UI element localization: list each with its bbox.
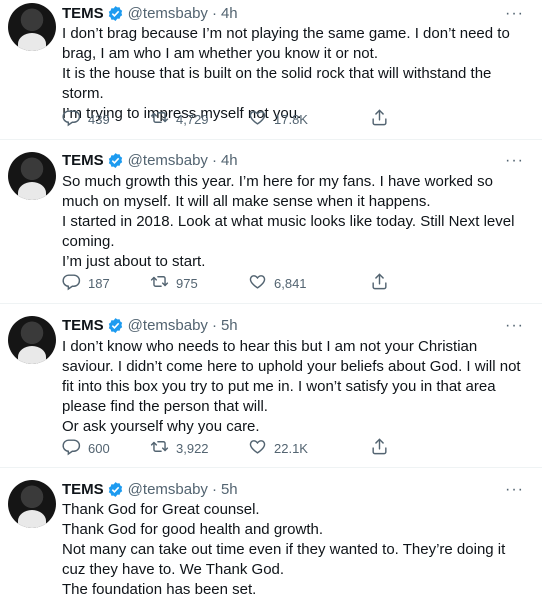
display-name[interactable]: TEMS xyxy=(62,5,104,22)
verified-badge-icon xyxy=(107,5,124,22)
retweet-count: 3,922 xyxy=(176,440,209,456)
timestamp[interactable]: 4h xyxy=(221,152,238,169)
reply-icon xyxy=(62,437,81,459)
timestamp[interactable]: 5h xyxy=(221,317,238,334)
tweet[interactable]: TEMS @temsbaby · 5h ··· Thank God for Gr… xyxy=(0,468,542,600)
share-button[interactable] xyxy=(370,437,389,459)
like-count: 22.1K xyxy=(274,440,308,456)
reply-button[interactable]: 439 xyxy=(62,108,110,130)
like-icon xyxy=(248,437,267,459)
tweet-actions: 187 975 6,841 xyxy=(62,272,462,294)
like-count: 17.8K xyxy=(274,111,308,127)
timestamp[interactable]: 5h xyxy=(221,481,238,498)
retweet-count: 4,729 xyxy=(176,111,209,127)
verified-badge-icon xyxy=(107,317,124,334)
like-count: 6,841 xyxy=(274,275,307,291)
tweet-feed: TEMS @temsbaby · 4h ··· I don’t brag bec… xyxy=(0,0,542,600)
like-icon xyxy=(248,108,267,130)
tweet-line: Thank God for good health and growth. xyxy=(62,521,324,538)
like-button[interactable]: 6,841 xyxy=(248,272,307,294)
handle[interactable]: @temsbaby xyxy=(128,481,208,498)
reply-count: 439 xyxy=(88,111,110,127)
retweet-button[interactable]: 3,922 xyxy=(150,437,209,459)
retweet-icon xyxy=(150,437,169,459)
share-button[interactable] xyxy=(370,108,389,130)
tweet-header: TEMS @temsbaby · 4h xyxy=(62,150,238,170)
avatar[interactable] xyxy=(8,3,56,51)
tweet-line: I’m just about to start. xyxy=(62,253,206,270)
tweet-line: It is the house that is built on the sol… xyxy=(62,65,492,102)
reply-count: 187 xyxy=(88,275,110,291)
more-options-icon[interactable]: ··· xyxy=(505,482,524,498)
handle[interactable]: @temsbaby xyxy=(128,5,208,22)
retweet-count: 975 xyxy=(176,275,198,291)
display-name[interactable]: TEMS xyxy=(62,481,104,498)
share-icon xyxy=(370,108,389,130)
retweet-button[interactable]: 975 xyxy=(150,272,198,294)
more-options-icon[interactable]: ··· xyxy=(505,6,524,22)
tweet-header: TEMS @temsbaby · 4h xyxy=(62,3,238,23)
tweet-line: Not many can take out time even if they … xyxy=(62,541,506,578)
separator-dot: · xyxy=(211,4,217,22)
more-options-icon[interactable]: ··· xyxy=(505,153,524,169)
like-button[interactable]: 22.1K xyxy=(248,437,308,459)
avatar[interactable] xyxy=(8,152,56,200)
reply-icon xyxy=(62,272,81,294)
avatar[interactable] xyxy=(8,316,56,364)
share-icon xyxy=(370,437,389,459)
tweet-line: Or ask yourself why you care. xyxy=(62,418,260,435)
tweet-line: I don’t brag because I’m not playing the… xyxy=(62,25,510,62)
reply-count: 600 xyxy=(88,440,110,456)
tweet[interactable]: TEMS @temsbaby · 4h ··· So much growth t… xyxy=(0,140,542,304)
reply-icon xyxy=(62,108,81,130)
display-name[interactable]: TEMS xyxy=(62,152,104,169)
tweet-text: So much growth this year. I’m here for m… xyxy=(62,172,528,272)
tweet-line: So much growth this year. I’m here for m… xyxy=(62,173,494,210)
retweet-button[interactable]: 4,729 xyxy=(150,108,209,130)
tweet-header: TEMS @temsbaby · 5h xyxy=(62,315,238,335)
handle[interactable]: @temsbaby xyxy=(128,152,208,169)
tweet-actions: 439 4,729 17.8K xyxy=(62,108,462,130)
display-name[interactable]: TEMS xyxy=(62,317,104,334)
reply-button[interactable]: 187 xyxy=(62,272,110,294)
verified-badge-icon xyxy=(107,481,124,498)
tweet-line: The foundation has been set. xyxy=(62,581,257,598)
separator-dot: · xyxy=(211,480,217,498)
tweet-line: I don’t know who needs to hear this but … xyxy=(62,338,521,415)
share-icon xyxy=(370,272,389,294)
more-options-icon[interactable]: ··· xyxy=(505,318,524,334)
like-icon xyxy=(248,272,267,294)
reply-button[interactable]: 600 xyxy=(62,437,110,459)
like-button[interactable]: 17.8K xyxy=(248,108,308,130)
share-button[interactable] xyxy=(370,272,389,294)
timestamp[interactable]: 4h xyxy=(221,5,238,22)
separator-dot: · xyxy=(211,316,217,334)
tweet-header: TEMS @temsbaby · 5h xyxy=(62,479,238,499)
tweet-actions: 600 3,922 22.1K xyxy=(62,437,462,459)
tweet[interactable]: TEMS @temsbaby · 5h ··· I don’t know who… xyxy=(0,304,542,468)
tweet[interactable]: TEMS @temsbaby · 4h ··· I don’t brag bec… xyxy=(0,0,542,140)
avatar[interactable] xyxy=(8,480,56,528)
handle[interactable]: @temsbaby xyxy=(128,317,208,334)
verified-badge-icon xyxy=(107,152,124,169)
tweet-text: I don’t know who needs to hear this but … xyxy=(62,337,528,437)
separator-dot: · xyxy=(211,151,217,169)
tweet-line: I started in 2018. Look at what music lo… xyxy=(62,213,515,250)
retweet-icon xyxy=(150,108,169,130)
tweet-line: Thank God for Great counsel. xyxy=(62,501,260,518)
retweet-icon xyxy=(150,272,169,294)
tweet-text: Thank God for Great counsel. Thank God f… xyxy=(62,500,528,600)
